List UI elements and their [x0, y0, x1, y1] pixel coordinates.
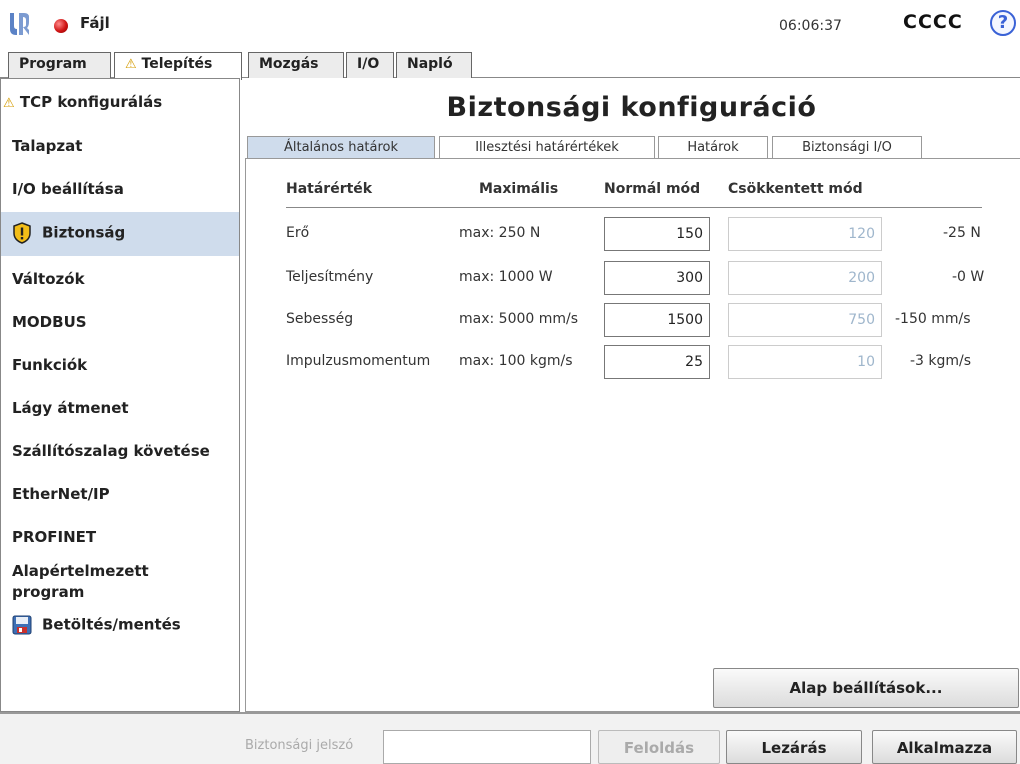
- column-header-normal-mode: Normál mód: [604, 181, 701, 197]
- safety-subtabs: Általános határok Illesztési határértéke…: [243, 134, 1020, 158]
- power-reduced-input[interactable]: 200: [728, 261, 882, 295]
- main-panel: Biztonsági konfiguráció Általános határo…: [243, 78, 1020, 712]
- file-menu[interactable]: Fájl: [80, 14, 110, 32]
- robot-name: CCCC: [903, 11, 963, 33]
- apply-button[interactable]: Alkalmazza: [872, 730, 1017, 764]
- row-label-force: Erő: [286, 225, 310, 241]
- clock: 06:06:37: [779, 18, 842, 34]
- tab-label: I/O: [357, 56, 380, 72]
- column-header-reduced-mode: Csökkentett mód: [728, 181, 863, 197]
- sidebar-item-smooth-transition[interactable]: Lágy átmenet: [1, 399, 239, 417]
- row-label-speed: Sebesség: [286, 311, 354, 327]
- unlock-button[interactable]: Feloldás: [598, 730, 720, 764]
- sidebar-item-mounting[interactable]: Talapzat: [1, 137, 239, 155]
- warning-icon: ⚠: [125, 57, 137, 72]
- sidebar-item-conveyor-tracking[interactable]: Szállítószalag követése: [1, 442, 239, 460]
- sidebar-item-safety[interactable]: Biztonság: [1, 212, 239, 256]
- sidebar-item-label: Betöltés/mentés: [42, 615, 181, 634]
- lock-button[interactable]: Lezárás: [726, 730, 862, 764]
- subtab-label: Határok: [687, 140, 739, 155]
- floppy-disk-icon: [12, 615, 32, 635]
- tab-label: Mozgás: [259, 56, 319, 72]
- sidebar-item-tcp[interactable]: ⚠ TCP konfigurálás: [1, 93, 239, 111]
- momentum-reduced-input[interactable]: 10: [728, 345, 882, 379]
- speed-normal-input[interactable]: 1500: [604, 303, 710, 337]
- sidebar-item-io-setup[interactable]: I/O beállítása: [1, 180, 239, 198]
- subtab-general-limits[interactable]: Általános határok: [247, 136, 435, 158]
- sidebar-item-label: Alapértelmezett program: [12, 562, 149, 601]
- row-max-momentum: max: 100 kgm/s: [459, 353, 573, 369]
- sidebar-item-load-save[interactable]: Betöltés/mentés: [1, 615, 239, 635]
- sidebar-item-label: Biztonság: [42, 223, 126, 242]
- footer-bar: Biztonsági jelszó Feloldás Lezárás Alkal…: [0, 712, 1020, 764]
- power-normal-input[interactable]: 300: [604, 261, 710, 295]
- momentum-normal-input[interactable]: 25: [604, 345, 710, 379]
- sidebar-item-label: Lágy átmenet: [12, 399, 129, 417]
- sidebar-item-label: PROFINET: [12, 528, 97, 546]
- tab-program[interactable]: Program: [8, 52, 111, 78]
- tab-installation[interactable]: ⚠ Telepítés: [114, 52, 242, 80]
- sidebar: ⚠ TCP konfigurálás Talapzat I/O beállítá…: [0, 78, 240, 712]
- sidebar-item-label: Talapzat: [12, 137, 83, 155]
- column-header-maximum: Maximális: [479, 181, 559, 197]
- force-difference: -25 N: [943, 225, 981, 241]
- sidebar-item-label: TCP konfigurálás: [19, 93, 163, 111]
- sidebar-item-default-program[interactable]: Alapértelmezett program: [1, 561, 201, 603]
- power-difference: -0 W: [952, 269, 985, 285]
- sidebar-item-label: Változók: [12, 270, 85, 288]
- tab-label: Telepítés: [141, 56, 213, 72]
- robot-status-icon[interactable]: [54, 19, 68, 33]
- sidebar-item-label: MODBUS: [12, 313, 87, 331]
- row-max-speed: max: 5000 mm/s: [459, 311, 579, 327]
- force-normal-input[interactable]: 150: [604, 217, 710, 251]
- subtab-boundaries[interactable]: Határok: [658, 136, 768, 158]
- row-max-power: max: 1000 W: [459, 269, 553, 285]
- shield-warning-icon: [13, 222, 31, 244]
- sidebar-item-label: Szállítószalag követése: [12, 442, 210, 460]
- speed-reduced-input[interactable]: 750: [728, 303, 882, 337]
- help-icon[interactable]: ?: [990, 10, 1016, 36]
- sidebar-item-profinet[interactable]: PROFINET: [1, 528, 239, 546]
- warning-icon: ⚠: [3, 96, 15, 111]
- page-title: Biztonsági konfiguráció: [446, 92, 817, 123]
- row-label-momentum: Impulzusmomentum: [286, 353, 431, 369]
- speed-difference: -150 mm/s: [895, 311, 971, 327]
- safety-password-label: Biztonsági jelszó: [245, 738, 354, 753]
- header-divider: [286, 207, 982, 208]
- sidebar-item-ethernet-ip[interactable]: EtherNet/IP: [1, 485, 239, 503]
- tab-log[interactable]: Napló: [396, 52, 472, 78]
- tab-label: Napló: [407, 56, 453, 72]
- default-settings-button[interactable]: Alap beállítások...: [713, 668, 1019, 708]
- tab-io[interactable]: I/O: [346, 52, 394, 78]
- sidebar-item-label: EtherNet/IP: [12, 485, 110, 503]
- ur-logo-icon: [10, 13, 29, 35]
- tab-label: Program: [19, 56, 87, 72]
- column-header-limit: Határérték: [286, 181, 373, 197]
- main-tabs: Program ⚠ Telepítés Mozgás I/O Napló: [0, 50, 1020, 80]
- momentum-difference: -3 kgm/s: [910, 353, 972, 369]
- sidebar-item-variables[interactable]: Változók: [1, 270, 239, 288]
- row-label-power: Teljesítmény: [286, 269, 374, 285]
- sidebar-item-features[interactable]: Funkciók: [1, 356, 239, 374]
- row-max-force: max: 250 N: [459, 225, 541, 241]
- sidebar-item-label: I/O beállítása: [12, 180, 124, 198]
- title-bar: Fájl 06:06:37 CCCC ?: [0, 0, 1020, 50]
- sidebar-item-modbus[interactable]: MODBUS: [1, 313, 239, 331]
- subtab-joint-limits[interactable]: Illesztési határértékek: [439, 136, 655, 158]
- general-limits-panel: Határérték Maximális Normál mód Csökkent…: [245, 158, 1020, 712]
- subtab-label: Általános határok: [283, 140, 399, 155]
- subtab-safety-io[interactable]: Biztonsági I/O: [772, 136, 922, 158]
- sidebar-item-label: Funkciók: [12, 356, 88, 374]
- tab-move[interactable]: Mozgás: [248, 52, 344, 78]
- force-reduced-input[interactable]: 120: [728, 217, 882, 251]
- subtab-label: Biztonsági I/O: [802, 140, 892, 155]
- subtab-label: Illesztési határértékek: [475, 140, 619, 155]
- safety-password-input[interactable]: [383, 730, 591, 764]
